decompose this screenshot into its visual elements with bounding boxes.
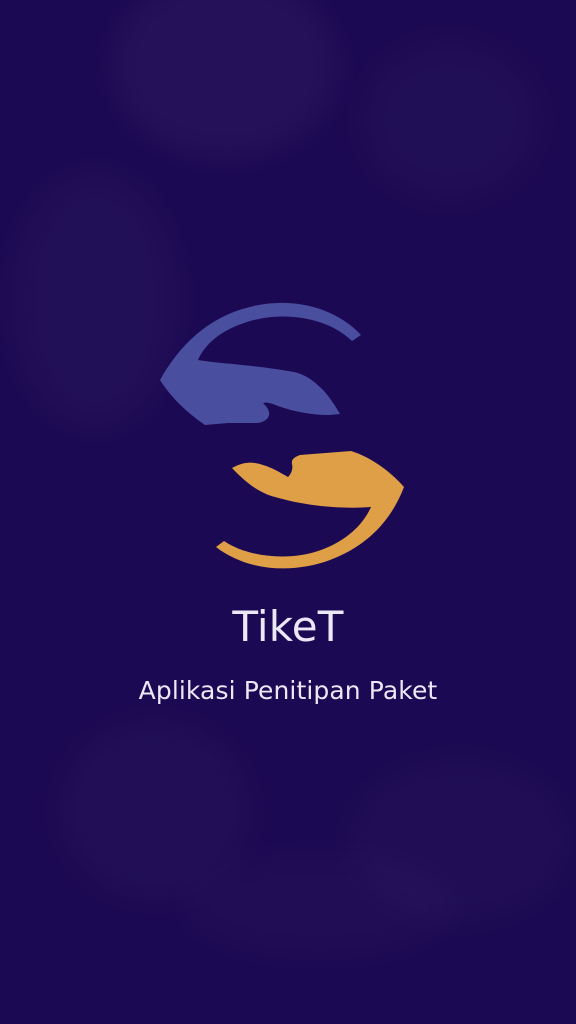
background-blur-shape <box>110 0 340 160</box>
top-hand-shape <box>160 302 361 425</box>
app-title: TikeT <box>232 602 344 651</box>
app-subtitle: Aplikasi Penitipan Paket <box>138 676 438 705</box>
splash-screen: TikeT Aplikasi Penitipan Paket <box>0 0 576 1024</box>
background-blur-shape <box>360 40 540 200</box>
background-blur-shape <box>180 850 460 960</box>
handover-hands-icon <box>160 302 404 569</box>
bottom-hand-shape <box>216 451 404 569</box>
